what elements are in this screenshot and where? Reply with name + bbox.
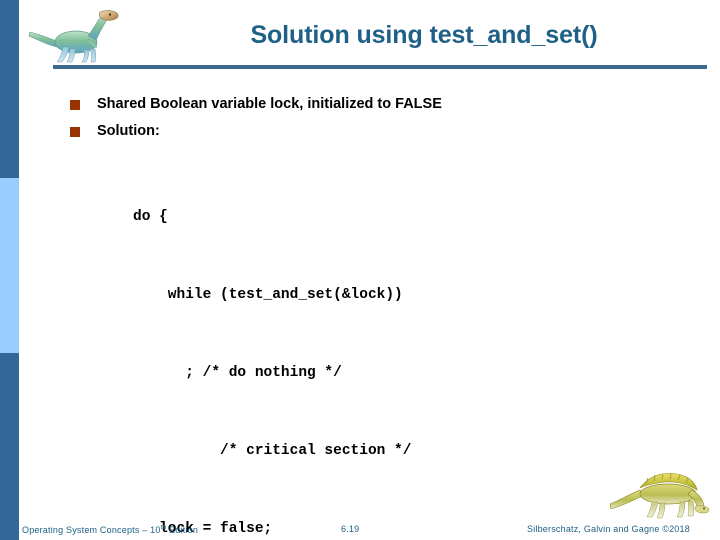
code-line: while (test_and_set(&lock)) <box>133 287 403 303</box>
list-item: Solution: <box>70 122 680 143</box>
sidebar-accent-bottom <box>0 353 19 540</box>
footer-copyright: Silberschatz, Galvin and Gagne ©2018 <box>527 524 690 534</box>
dinosaur-dimetrodon-icon <box>609 473 710 519</box>
page-title: Solution using test_and_set() <box>250 21 598 49</box>
footer-edition-post: Edition <box>166 525 199 535</box>
sidebar-accent-top <box>0 0 19 178</box>
bullet-list: Shared Boolean variable lock, initialize… <box>70 95 680 149</box>
title-divider-rule <box>53 65 707 69</box>
footer-edition-label: Operating System Concepts – 10th Edition <box>22 524 198 535</box>
list-item-label: Shared Boolean variable lock, initialize… <box>97 96 442 112</box>
slide-canvas: Solution using test_and_set() Shared Boo… <box>0 0 720 540</box>
list-item-label: Solution: <box>97 123 160 139</box>
title-bar: Solution using test_and_set() <box>19 0 720 74</box>
code-line: do { <box>133 209 168 225</box>
square-bullet-icon <box>70 127 80 137</box>
code-line: ; /* do nothing */ <box>133 365 342 381</box>
code-line: /* critical section */ <box>133 443 412 459</box>
dinosaur-plateosaurus-icon <box>28 10 119 63</box>
list-item: Shared Boolean variable lock, initialize… <box>70 95 680 116</box>
square-bullet-icon <box>70 100 80 110</box>
footer-edition-pre: Operating System Concepts – 10 <box>22 525 161 535</box>
slide-number: 6.19 <box>341 524 360 534</box>
sidebar-accent-middle <box>0 178 19 353</box>
